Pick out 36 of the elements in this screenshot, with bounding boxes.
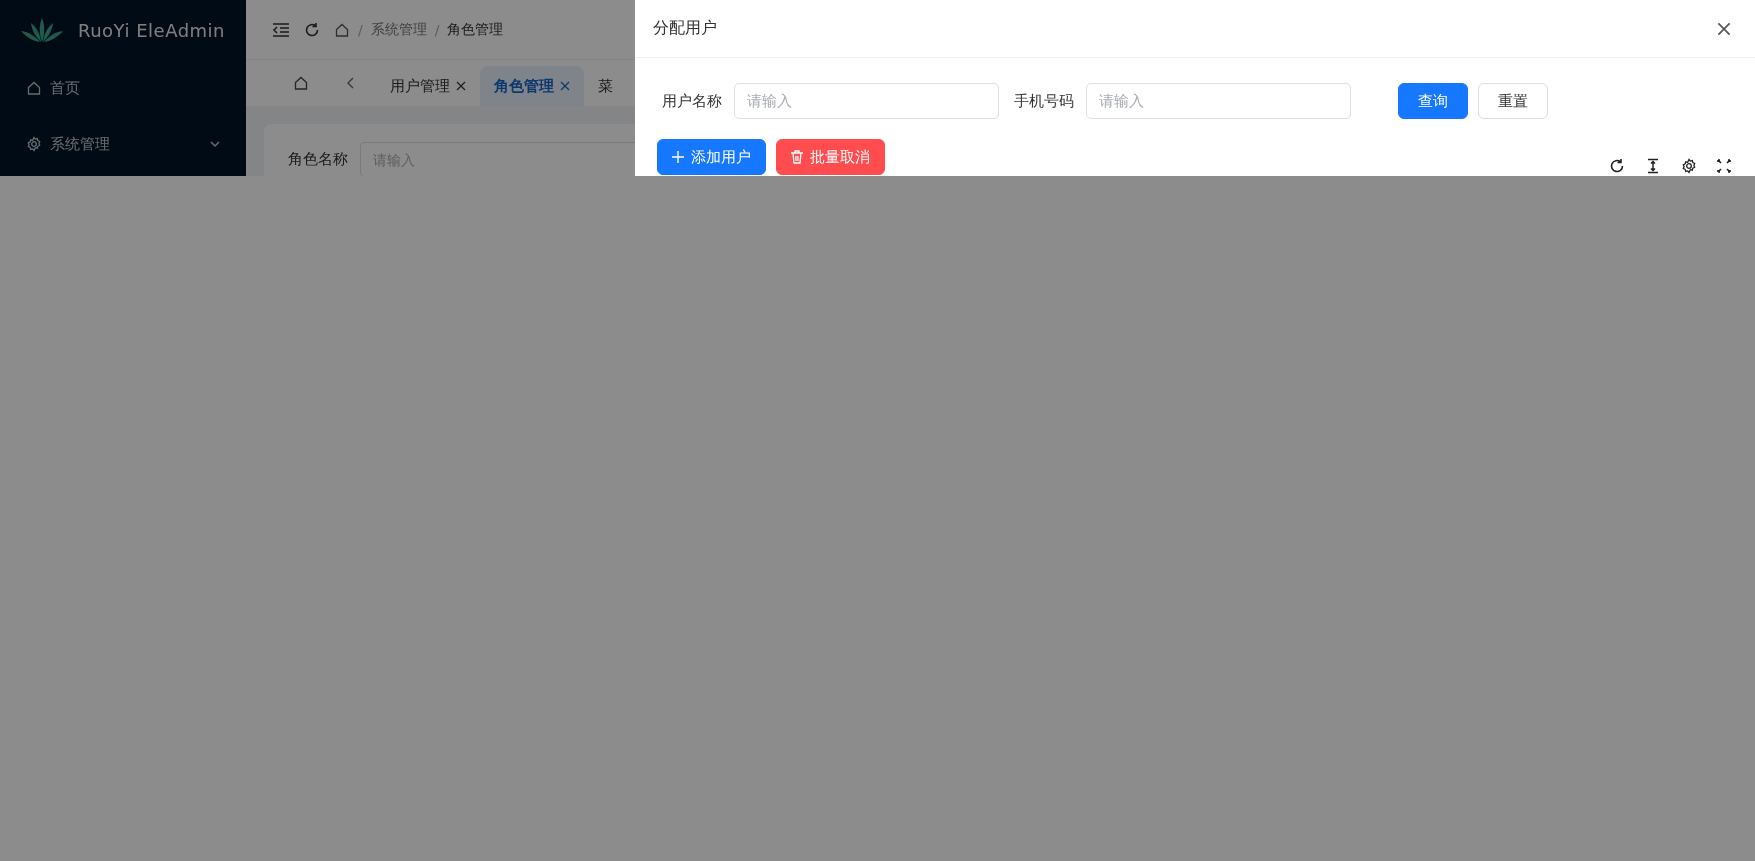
menu-item[interactable]: 系统管理 [0, 116, 246, 172]
chevron-left-icon[interactable] [346, 76, 356, 90]
close-icon[interactable] [456, 81, 466, 91]
close-icon[interactable] [1717, 21, 1731, 36]
input-field[interactable]: 请输入 [734, 83, 999, 119]
menu-fold-icon[interactable] [272, 21, 290, 38]
field-label: 手机号码 [1014, 91, 1074, 111]
column-height-icon[interactable] [1645, 158, 1661, 174]
field-label: 用户名称 [662, 91, 722, 111]
close-icon[interactable] [560, 81, 570, 91]
batch-cancel-button[interactable]: 批量取消 [776, 139, 885, 175]
tab[interactable]: 菜 [584, 66, 627, 106]
tab[interactable]: 角色管理 [480, 66, 584, 106]
field-label: 角色名称 [288, 149, 348, 170]
home-icon[interactable] [334, 21, 350, 38]
input-field[interactable]: 请输入 [1086, 83, 1351, 119]
trash-icon [791, 150, 803, 164]
home-icon[interactable] [293, 75, 309, 91]
breadcrumb-item[interactable]: 系统管理 [370, 20, 427, 39]
settings-icon [26, 136, 42, 152]
fullscreen-icon[interactable] [1717, 159, 1731, 173]
breadcrumb-item: 角色管理 [447, 20, 504, 39]
search-button[interactable]: 查询 [1398, 83, 1468, 119]
add-user-button[interactable]: 添加用户 [657, 139, 766, 175]
logo-icon [20, 17, 64, 43]
drawer-title: 分配用户 [653, 18, 717, 39]
refresh-icon[interactable] [1609, 158, 1625, 174]
settings-icon[interactable] [1681, 158, 1697, 174]
menu-item[interactable]: 首页 [0, 60, 246, 116]
reset-button[interactable]: 重置 [1478, 83, 1548, 119]
breadcrumb-separator: / [434, 21, 440, 38]
home-icon [26, 80, 42, 96]
logo-text: RuoYi EleAdmin [78, 19, 225, 41]
breadcrumb-separator: / [358, 21, 363, 38]
tab[interactable]: 用户管理 [376, 66, 480, 106]
plus-icon [672, 151, 684, 163]
